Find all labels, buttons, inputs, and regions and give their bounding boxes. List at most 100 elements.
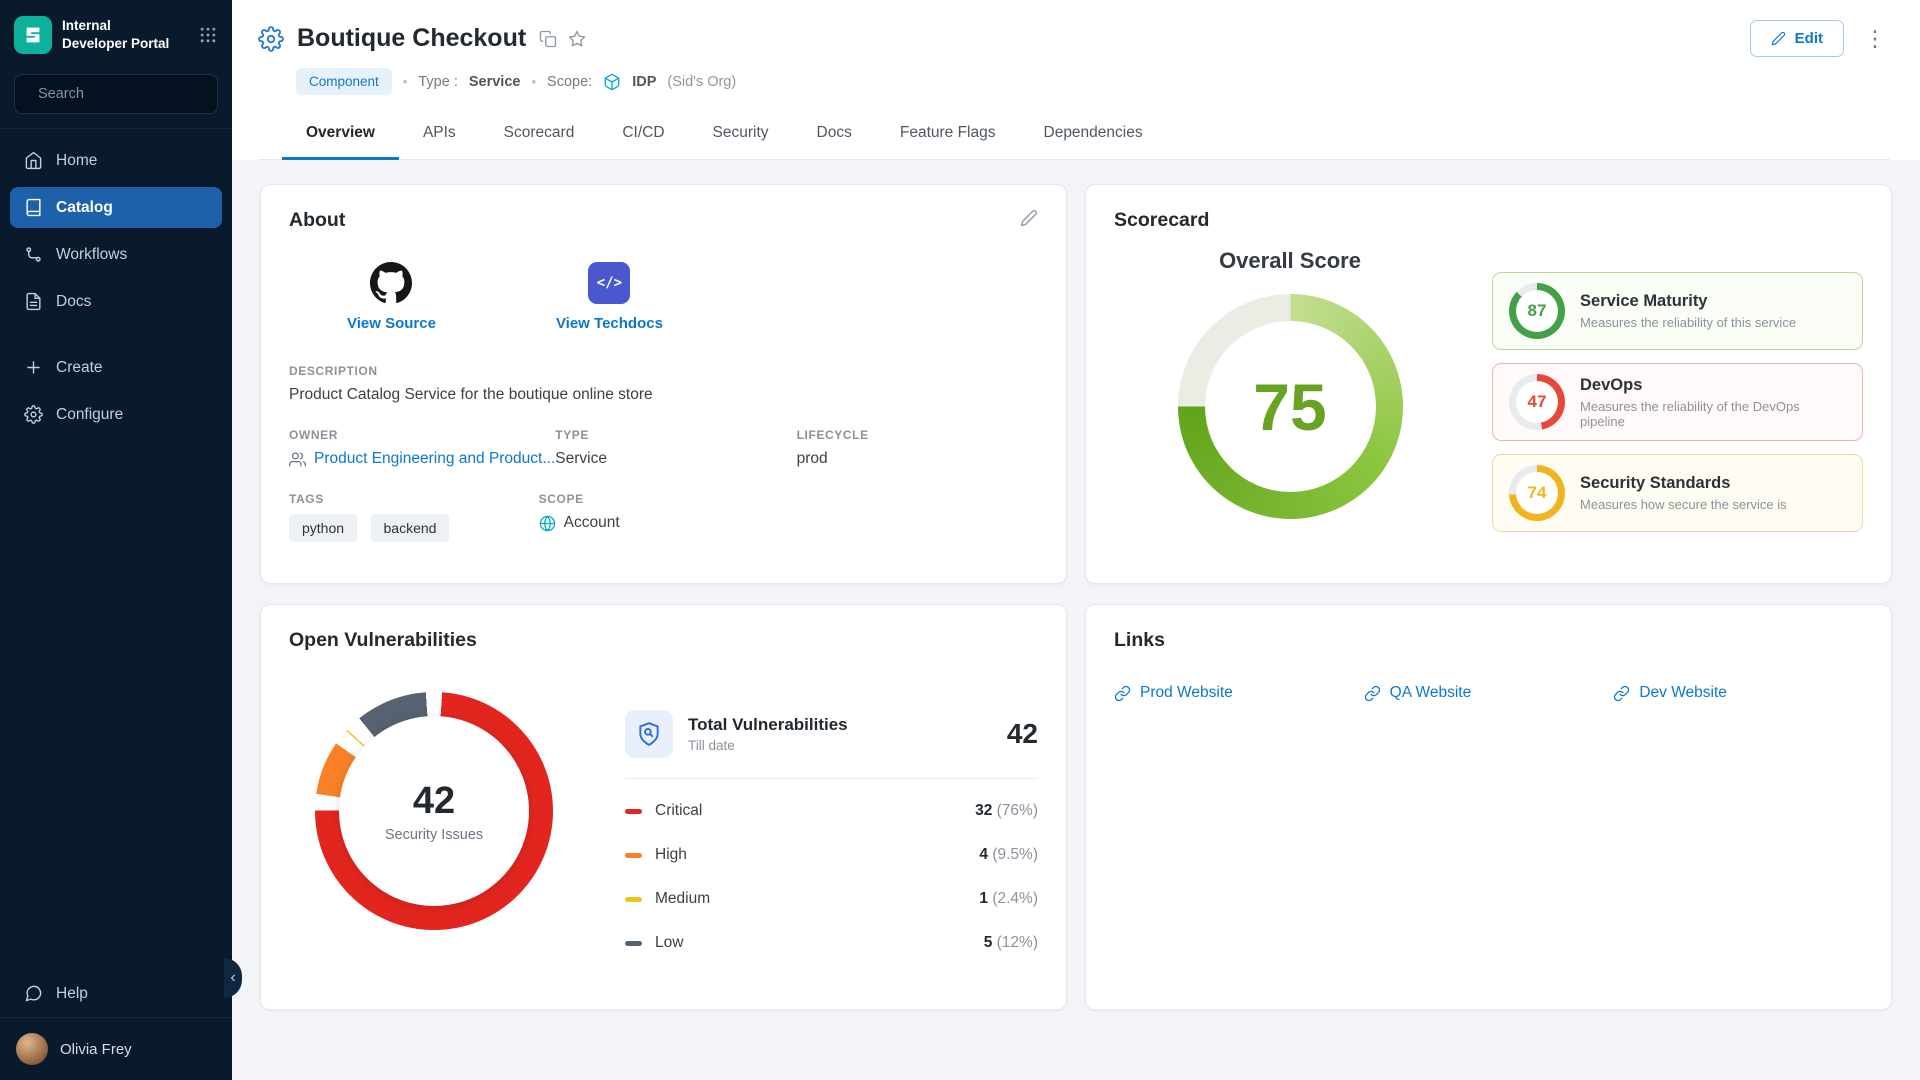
entity-meta-row: Component • Type : Service • Scope: IDP … (296, 68, 1890, 95)
tags-label: TAGS (289, 492, 539, 506)
about-fields-row1: OWNER Product Engineering and Product...… (289, 428, 1038, 468)
owner-link[interactable]: Product Engineering and Product... (314, 450, 555, 468)
kebab-menu-icon[interactable]: ⋮ (1860, 26, 1890, 52)
tab-overview[interactable]: Overview (282, 109, 399, 160)
links-card: Links Prod Website QA Website Dev Websit… (1085, 604, 1892, 1010)
type-key: Type : (418, 74, 458, 90)
scope-key: Scope: (547, 74, 592, 90)
score-name: DevOps (1580, 376, 1846, 395)
tab-cicd[interactable]: CI/CD (598, 109, 688, 160)
plus-icon (24, 358, 43, 377)
header-actions: Edit ⋮ (1750, 20, 1890, 57)
app-title-line2: Developer Portal (62, 35, 169, 53)
vuln-row-high: High 4 (9.5%) (625, 833, 1038, 877)
score-ring: 47 (1509, 374, 1565, 430)
sidebar-item-docs[interactable]: Docs (10, 281, 222, 322)
type-value: Service (469, 74, 521, 90)
app-title: Internal Developer Portal (62, 17, 169, 52)
tags-field: TAGS python backend (289, 492, 539, 542)
sidebar-item-create[interactable]: Create (10, 347, 222, 388)
docs-icon (24, 292, 43, 311)
tab-scorecard[interactable]: Scorecard (480, 109, 599, 160)
edit-button-label: Edit (1795, 30, 1823, 47)
favorite-star-icon[interactable] (568, 30, 586, 48)
view-techdocs-label: View Techdocs (556, 315, 663, 332)
about-card: About View Source </> View Techdocs DESC… (260, 184, 1067, 584)
description-label: DESCRIPTION (289, 364, 1038, 378)
about-edit-pencil-icon[interactable] (1020, 209, 1038, 227)
vuln-row-medium: Medium 1 (2.4%) (625, 877, 1038, 921)
sidebar-item-configure[interactable]: Configure (10, 394, 222, 435)
sidebar-spacer (0, 438, 232, 970)
app-logo-icon (14, 16, 52, 54)
sidebar-item-label: Configure (56, 406, 123, 424)
vulnerability-legend: Critical 32 (76%) High 4 (9.5%) Medium 1… (625, 789, 1038, 965)
tab-feature-flags[interactable]: Feature Flags (876, 109, 1020, 160)
link-icon (1364, 685, 1381, 702)
tab-dependencies[interactable]: Dependencies (1020, 109, 1167, 160)
sidebar-item-label: Create (56, 359, 103, 377)
score-item-security-standards[interactable]: 74 Security Standards Measures how secur… (1492, 454, 1863, 532)
search-input[interactable] (36, 85, 227, 103)
sidebar: Internal Developer Portal Home Catalog W… (0, 0, 232, 1080)
sidebar-item-workflows[interactable]: Workflows (10, 234, 222, 275)
user-profile-row[interactable]: Olivia Frey (0, 1017, 232, 1080)
scope-value: IDP (632, 74, 656, 90)
sidebar-item-label: Docs (56, 293, 91, 311)
scope-label: SCOPE (539, 492, 789, 506)
qa-website-link[interactable]: QA Website (1364, 684, 1614, 702)
about-fields-row2: TAGS python backend SCOPE Account (289, 492, 1038, 542)
sidebar-search[interactable] (14, 74, 218, 114)
tab-bar: Overview APIs Scorecard CI/CD Security D… (258, 109, 1890, 160)
kind-badge: Component (296, 68, 392, 95)
vuln-row-critical: Critical 32 (76%) (625, 789, 1038, 833)
prod-website-link[interactable]: Prod Website (1114, 684, 1364, 702)
score-desc: Measures the reliability of this service (1580, 315, 1796, 330)
sidebar-item-label: Home (56, 152, 97, 170)
user-name: Olivia Frey (60, 1041, 132, 1058)
scope-org: (Sid's Org) (667, 74, 736, 90)
scorecard-card: Scorecard Overall Score 75 87 (1085, 184, 1892, 584)
tab-security[interactable]: Security (689, 109, 793, 160)
owner-label: OWNER (289, 428, 555, 442)
app-logo-row: Internal Developer Portal (0, 0, 232, 66)
edit-button[interactable]: Edit (1750, 20, 1844, 57)
about-links: View Source </> View Techdocs (347, 262, 1038, 332)
vuln-row-low: Low 5 (12%) (625, 921, 1038, 965)
link-icon (1613, 685, 1630, 702)
score-item-devops[interactable]: 47 DevOps Measures the reliability of th… (1492, 363, 1863, 441)
score-desc: Measures how secure the service is (1580, 497, 1787, 512)
sidebar-item-home[interactable]: Home (10, 140, 222, 181)
shield-scan-icon (625, 710, 673, 758)
sidebar-item-help[interactable]: Help (10, 973, 222, 1014)
view-source-link[interactable]: View Source (347, 262, 436, 332)
sidebar-item-label: Catalog (56, 199, 113, 217)
sidebar-item-catalog[interactable]: Catalog (10, 187, 222, 228)
vuln-count: 1 (979, 890, 988, 907)
account-globe-icon (539, 515, 556, 532)
apps-grid-icon[interactable] (198, 25, 218, 45)
score-item-service-maturity[interactable]: 87 Service Maturity Measures the reliabi… (1492, 272, 1863, 350)
score-name: Service Maturity (1580, 292, 1796, 311)
dev-website-link[interactable]: Dev Website (1613, 684, 1863, 702)
github-icon (370, 262, 412, 304)
overall-score-label: Overall Score (1219, 248, 1361, 274)
vuln-pct: (2.4%) (992, 890, 1038, 907)
low-dash (625, 941, 642, 946)
type-field: TYPE Service (555, 428, 796, 468)
sidebar-divider (0, 128, 232, 129)
copy-icon[interactable] (539, 30, 557, 48)
sidebar-item-label: Workflows (56, 246, 127, 264)
description-field: DESCRIPTION Product Catalog Service for … (289, 364, 1038, 404)
tab-docs[interactable]: Docs (793, 109, 876, 160)
tab-apis[interactable]: APIs (399, 109, 480, 160)
view-techdocs-link[interactable]: </> View Techdocs (556, 262, 663, 332)
vulnerabilities-card: Open Vulnerabilities 42 Security Issues (260, 604, 1067, 1010)
tag-chip[interactable]: backend (371, 514, 450, 542)
main-content: Boutique Checkout Edit ⋮ Component • Typ… (232, 0, 1920, 1080)
link-label: Dev Website (1639, 684, 1727, 702)
content-area: About View Source </> View Techdocs DESC… (232, 160, 1920, 1080)
type-label: TYPE (555, 428, 796, 442)
tag-chip[interactable]: python (289, 514, 357, 542)
link-label: Prod Website (1140, 684, 1233, 702)
